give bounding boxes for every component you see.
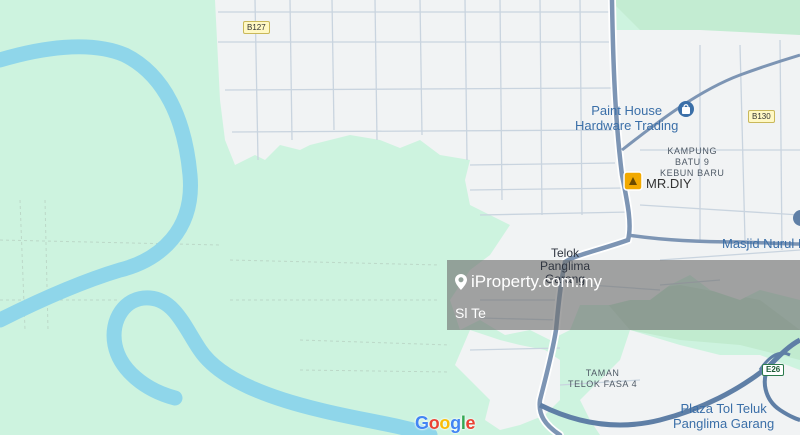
listing-overlay (447, 260, 800, 330)
poi-label-line: Plaza Tol Teluk (680, 401, 767, 416)
area-label-line: KEBUN BARU (660, 168, 725, 178)
poi-label-line: Paint House (591, 103, 663, 118)
poi-label-paint-house[interactable]: Paint House Hardware Trading (575, 103, 678, 133)
poi-label-masjid[interactable]: Masjid Nurul I (722, 236, 800, 251)
watermark: iProperty.com.my (455, 272, 602, 292)
partial-text: Sl Te (455, 305, 486, 321)
google-letter: g (450, 413, 461, 433)
shopping-bag-icon[interactable] (678, 101, 694, 117)
map-canvas[interactable] (0, 0, 800, 435)
area-label-kampung: KAMPUNG BATU 9 KEBUN BARU (660, 146, 725, 179)
poi-label-line: Hardware Trading (575, 118, 679, 133)
area-label-line: BATU 9 (675, 157, 710, 167)
google-letter: e (465, 413, 476, 433)
google-logo: Google (415, 413, 476, 434)
google-letters: Google (415, 413, 476, 433)
area-label-taman: TAMAN TELOK FASA 4 (568, 368, 637, 390)
google-letter: o (428, 413, 440, 433)
mr-diy-marker[interactable] (623, 171, 643, 191)
highway-badge-e26: E26 (762, 364, 785, 376)
area-label-line: TELOK FASA 4 (568, 379, 638, 389)
poi-label-plaza-tol[interactable]: Plaza Tol Teluk Panglima Garang (673, 401, 774, 431)
watermark-text: iProperty.com.my (471, 272, 602, 291)
road-badge-b127: B127 (243, 21, 270, 34)
google-letter: o (439, 413, 451, 433)
area-label-line: TAMAN (585, 368, 620, 378)
poi-label-line: Panglima Garang (673, 416, 775, 431)
google-letter: G (415, 413, 429, 433)
map-pin-icon (455, 274, 467, 290)
road-badge-b130: B130 (748, 110, 775, 123)
area-label-line: KAMPUNG (667, 146, 718, 156)
